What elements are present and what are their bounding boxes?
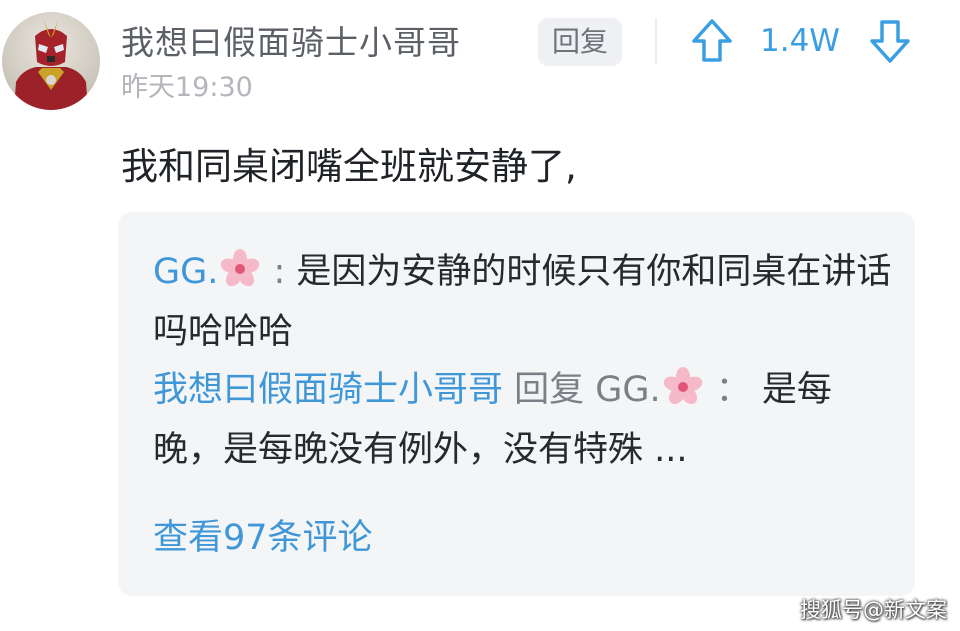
reply-item[interactable]: GG. : 是因为安静的时候只有你和同桌在讲话吗哈哈哈 (153, 242, 893, 362)
comment-body: 我和同桌闭嘴全班就安静了, (121, 145, 577, 188)
comment-screen: 我想曰假面骑士小哥哥 昨天19:30 回复 1.4W 我和同桌闭嘴全班就安静了,… (0, 0, 960, 631)
divider (655, 18, 657, 64)
reply-separator: : (262, 252, 297, 292)
watermark: 搜狐号@新文案 (800, 598, 947, 622)
view-more-comments-link[interactable]: 查看97条评论 (153, 514, 373, 562)
reply-button[interactable]: 回复 (538, 18, 622, 66)
downvote-arrow-icon[interactable] (868, 18, 912, 64)
reply-word: 回复 (503, 370, 596, 410)
avatar[interactable] (2, 12, 100, 110)
cherry-blossom-icon (221, 249, 260, 287)
reply-author-link[interactable]: GG. (153, 252, 218, 292)
kamen-rider-avatar-image (14, 20, 88, 110)
upvote-arrow-icon[interactable] (690, 18, 734, 64)
reply-item[interactable]: 我想曰假面骑士小哥哥 回复 GG. ： 是每晚，是每晚没有例外，没有特殊 ... (153, 360, 893, 480)
reply-separator: ： (704, 370, 762, 410)
cherry-blossom-icon (663, 367, 702, 405)
reply-target-name[interactable]: GG. (595, 370, 660, 410)
replies-box[interactable]: GG. : 是因为安静的时候只有你和同桌在讲话吗哈哈哈 我想曰假面骑士小哥哥 回… (118, 212, 915, 596)
comment-timestamp: 昨天19:30 (121, 72, 253, 103)
vote-count: 1.4W (760, 23, 840, 59)
comment-username[interactable]: 我想曰假面骑士小哥哥 (121, 21, 461, 65)
reply-author-link[interactable]: 我想曰假面骑士小哥哥 (153, 370, 503, 410)
